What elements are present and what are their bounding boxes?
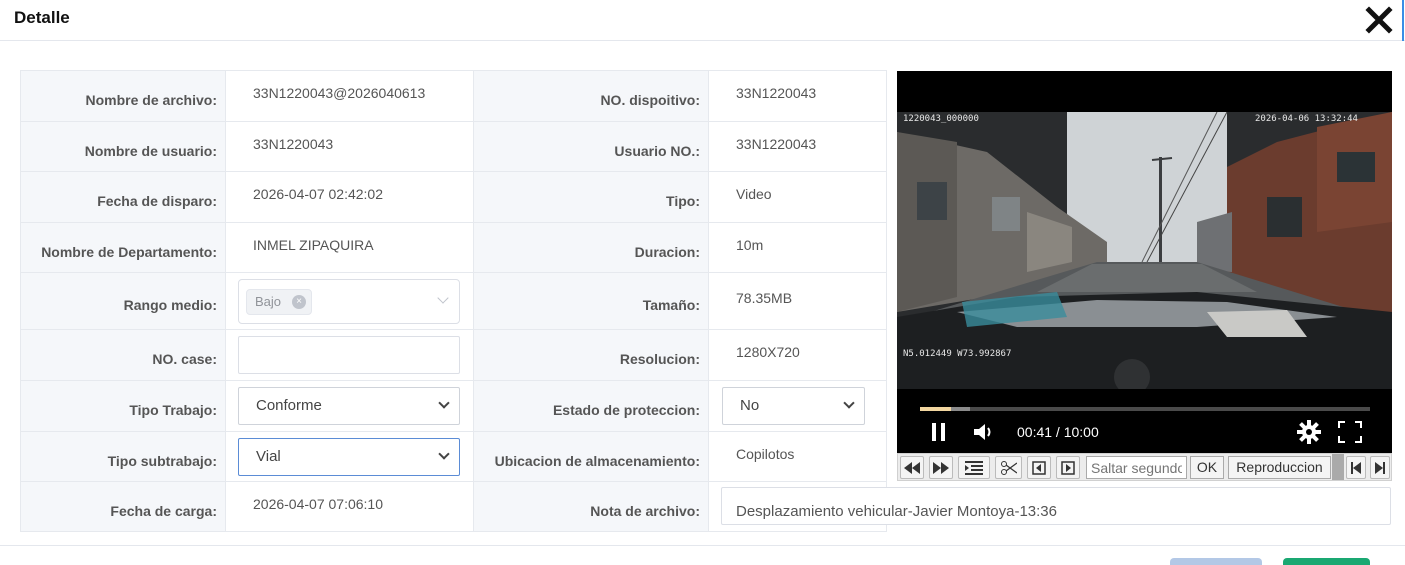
confirm-button[interactable] (1283, 558, 1370, 565)
value-trigger-date: 2026-04-07 02:42:02 (225, 171, 474, 223)
frame-forward-icon[interactable] (1056, 456, 1080, 479)
protection-select[interactable]: No (722, 387, 865, 425)
value-user-no: 33N1220043 (708, 121, 887, 172)
label-file-note: Nota de archivo: (473, 481, 709, 532)
seek-ok-button[interactable]: OK (1190, 456, 1224, 479)
work-type-value: Conforme (256, 397, 322, 414)
table-row: Nombre de usuario: 33N1220043 Usuario NO… (20, 121, 887, 172)
work-type-select[interactable]: Conforme (238, 387, 460, 425)
case-no-input[interactable] (238, 336, 460, 374)
label-size: Tamaño: (473, 272, 709, 330)
chevron-down-icon (438, 447, 450, 460)
video-frame: 1220043_000000 2026-04-06 13:32:44 N5.01… (897, 112, 1392, 389)
value-resolution: 1280X720 (708, 329, 887, 381)
label-user-name: Nombre de usuario: (20, 121, 226, 172)
file-note-input[interactable] (721, 487, 1391, 525)
chevron-down-icon (843, 397, 855, 409)
next-track-icon[interactable] (1370, 456, 1390, 479)
value-duration: 10m (708, 222, 887, 273)
progress-played (920, 407, 951, 411)
video-toolbar: OK Reproduccion (897, 453, 1392, 481)
range-cell: Bajo × (225, 272, 474, 330)
label-trigger-date: Fecha de disparo: (20, 171, 226, 223)
dashcam-scene (897, 112, 1392, 389)
label-storage: Ubicacion de almacenamiento: (473, 431, 709, 482)
table-row: Nombre de archivo: 33N1220043@2026040613… (20, 70, 887, 122)
label-upload-date: Fecha de carga: (20, 481, 226, 532)
table-row: Rango medio: Bajo × Tamaño: 78.35MB (20, 272, 887, 330)
dialog-title: Detalle (14, 8, 70, 27)
range-tag: Bajo × (246, 288, 313, 315)
pause-icon[interactable] (930, 422, 948, 447)
close-icon[interactable] (1364, 5, 1394, 35)
work-subtype-select[interactable]: Vial (238, 437, 460, 476)
toolbar-scroll-thumb[interactable] (1332, 454, 1344, 480)
scissors-icon[interactable] (995, 456, 1022, 479)
list-icon[interactable] (958, 456, 990, 479)
label-resolution: Resolucion: (473, 329, 709, 381)
scrollbar-edge (1402, 0, 1404, 41)
protection-value: No (740, 397, 760, 414)
label-device-no: NO. dispoitivo: (473, 70, 709, 122)
label-user-no: Usuario NO.: (473, 121, 709, 172)
footer-divider (0, 545, 1405, 546)
playback-button[interactable]: Reproduccion (1228, 456, 1331, 479)
value-file-name: 33N1220043@2026040613 (225, 70, 474, 122)
protection-cell: No (708, 380, 887, 432)
video-player[interactable]: 1220043_000000 2026-04-06 13:32:44 N5.01… (897, 71, 1392, 454)
label-work-subtype: Tipo subtrabajo: (20, 431, 226, 482)
value-type: Video (708, 171, 887, 223)
value-upload-date: 2026-04-07 07:06:10 (225, 481, 474, 532)
osd-datetime: 2026-04-06 13:32:44 (1255, 114, 1358, 124)
label-range: Rango medio: (20, 272, 226, 330)
case-no-cell (225, 329, 474, 381)
table-row: Tipo subtrabajo: Vial Ubicacion de almac… (20, 431, 887, 482)
table-row: Tipo Trabajo: Conforme Estado de protecc… (20, 380, 887, 432)
detail-table: Nombre de archivo: 33N1220043@2026040613… (20, 70, 887, 532)
value-storage: Copilotos (708, 431, 887, 482)
cancel-button[interactable] (1170, 558, 1262, 565)
label-protection: Estado de proteccion: (473, 380, 709, 432)
osd-gps: N5.012449 W73.992867 (903, 349, 1012, 359)
rewind-icon[interactable] (900, 456, 924, 479)
label-file-name: Nombre de archivo: (20, 70, 226, 122)
label-type: Tipo: (473, 171, 709, 223)
work-subtype-cell: Vial (225, 431, 474, 482)
chevron-down-icon (437, 291, 449, 304)
time-display: 00:41 / 10:00 (1017, 424, 1099, 440)
label-duration: Duracion: (473, 222, 709, 273)
previous-track-icon[interactable] (1346, 456, 1366, 479)
dialog-header: Detalle (0, 0, 1405, 41)
progress-bar[interactable] (920, 407, 1370, 411)
label-department: Nombre de Departamento: (20, 222, 226, 273)
volume-icon[interactable] (973, 422, 995, 447)
seek-seconds-input[interactable] (1086, 456, 1187, 479)
settings-gear-icon[interactable] (1297, 420, 1321, 449)
chevron-down-icon (438, 397, 450, 409)
work-type-cell: Conforme (225, 380, 474, 432)
frame-back-icon[interactable] (1027, 456, 1051, 479)
table-row: Fecha de disparo: 2026-04-07 02:42:02 Ti… (20, 171, 887, 223)
range-multiselect[interactable]: Bajo × (238, 278, 460, 324)
fullscreen-icon[interactable] (1338, 421, 1362, 448)
osd-id: 1220043_000000 (903, 114, 979, 124)
tag-remove-icon[interactable]: × (292, 294, 307, 309)
table-row: NO. case: Resolucion: 1280X720 (20, 329, 887, 381)
fast-forward-icon[interactable] (929, 456, 953, 479)
label-work-type: Tipo Trabajo: (20, 380, 226, 432)
label-case-no: NO. case: (20, 329, 226, 381)
range-tag-label: Bajo (255, 293, 282, 309)
value-department: INMEL ZIPAQUIRA (225, 222, 474, 273)
work-subtype-value: Vial (256, 447, 281, 465)
table-row: Nombre de Departamento: INMEL ZIPAQUIRA … (20, 222, 887, 273)
value-user-name: 33N1220043 (225, 121, 474, 172)
value-device-no: 33N1220043 (708, 70, 887, 122)
value-size: 78.35MB (708, 272, 887, 330)
